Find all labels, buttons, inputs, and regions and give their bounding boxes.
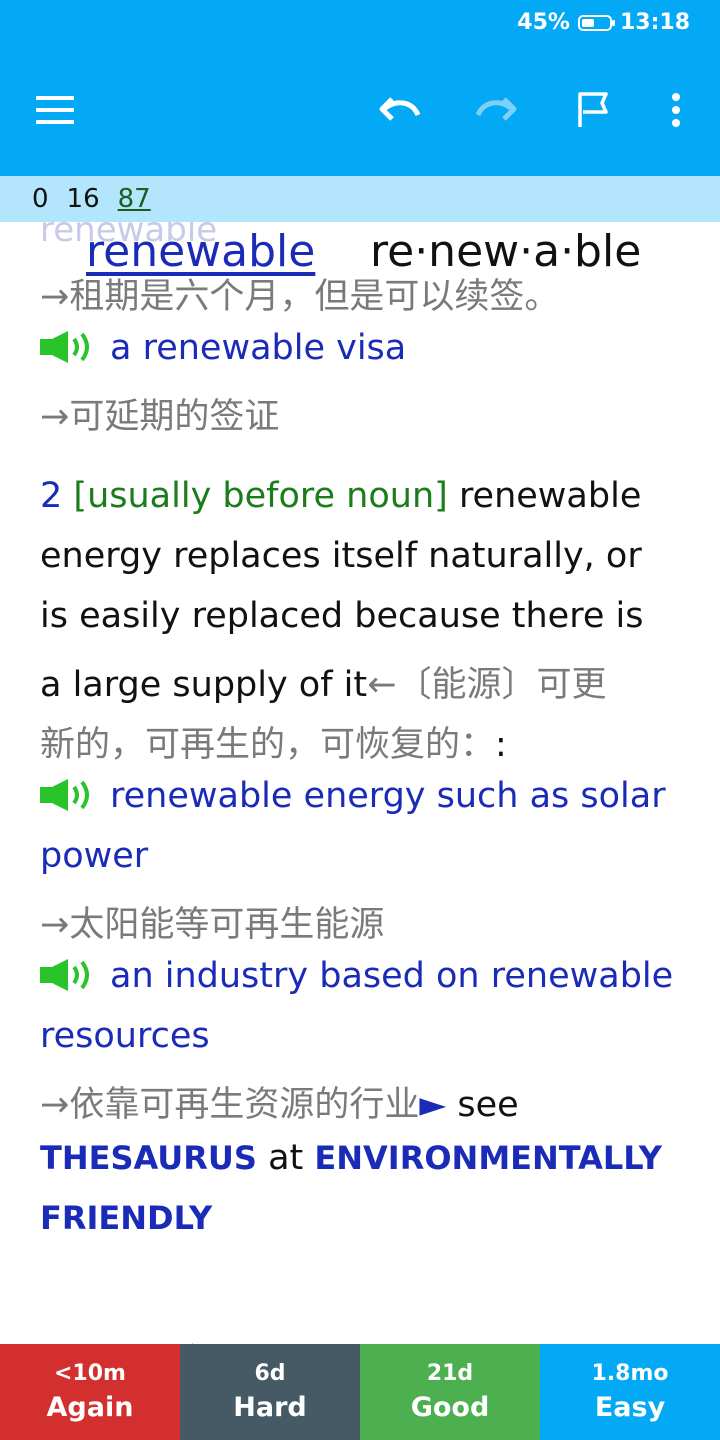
example-line: power xyxy=(40,836,149,876)
translation-line: →可延期的签证 xyxy=(40,397,280,437)
easy-button[interactable]: 1.8mo Easy xyxy=(540,1344,720,1440)
speaker-icon[interactable] xyxy=(40,957,98,1002)
hard-interval: 6d xyxy=(254,1361,286,1386)
cross-reference-line: FRIENDLY xyxy=(40,1198,212,1238)
section-heading: 英词新回贸 xyxy=(20,1322,400,1344)
friendly-link[interactable]: FRIENDLY xyxy=(40,1199,212,1237)
example-text: an industry based on renewable xyxy=(110,956,674,996)
again-button[interactable]: <10m Again xyxy=(0,1344,180,1440)
hard-button[interactable]: 6d Hard xyxy=(180,1344,360,1440)
card-content[interactable]: renewable renewable re·new·a·ble →租期是六个月… xyxy=(0,222,720,1344)
speaker-icon[interactable] xyxy=(40,329,98,374)
example-line: renewable energy such as solar xyxy=(40,776,666,822)
definition-line: a large supply of it←〔能源〕可更 xyxy=(40,656,606,707)
good-button[interactable]: 21d Good xyxy=(360,1344,540,1440)
example-line: resources xyxy=(40,1016,210,1056)
definition-text: renewable xyxy=(458,476,642,516)
translation-text: 新的，可再生的，可恢复的： xyxy=(40,725,496,765)
example-line: a renewable visa xyxy=(40,328,406,374)
example-text: renewable energy such as solar xyxy=(110,776,666,816)
translation-line: →太阳能等可再生能源 xyxy=(40,905,385,945)
card-counts-bar: 0 16 87 xyxy=(0,176,720,222)
see-arrow-icon: ► xyxy=(419,1085,447,1125)
translation-text: →依靠可再生资源的行业 xyxy=(40,1085,420,1125)
example-text: a renewable visa xyxy=(110,328,407,368)
example-line: an industry based on renewable xyxy=(40,956,673,1002)
battery-percent: 45% xyxy=(517,10,570,35)
review-count: 87 xyxy=(117,184,151,214)
definition-text: a large supply of it xyxy=(40,665,368,705)
battery-icon xyxy=(577,14,615,31)
speaker-icon[interactable] xyxy=(40,777,98,822)
hard-label: Hard xyxy=(233,1392,307,1423)
grammar-note: [usually before noun] xyxy=(73,476,448,516)
see-text: see xyxy=(446,1085,519,1125)
good-label: Good xyxy=(410,1392,490,1423)
definition-line: 2 [usually before noun] renewable xyxy=(40,476,641,516)
status-bar: 45% 13:18 xyxy=(517,10,690,35)
app-bar: 45% 13:18 xyxy=(0,0,720,176)
undo-icon[interactable] xyxy=(372,82,428,138)
translation-line: 新的，可再生的，可恢复的：: xyxy=(40,716,507,767)
at-text: at xyxy=(256,1138,315,1178)
easy-label: Easy xyxy=(594,1392,666,1423)
definition-line: energy replaces itself naturally, or xyxy=(40,536,642,576)
translation-line: →依靠可再生资源的行业► see xyxy=(40,1076,519,1127)
good-interval: 21d xyxy=(426,1361,474,1386)
overflow-menu-icon[interactable] xyxy=(648,82,704,138)
clock: 13:18 xyxy=(619,10,690,35)
again-label: Again xyxy=(46,1392,134,1423)
hamburger-menu-icon[interactable] xyxy=(28,82,84,138)
translation-text: ←〔能源〕可更 xyxy=(367,665,607,705)
learning-count: 16 xyxy=(66,184,100,214)
again-interval: <10m xyxy=(54,1361,126,1386)
flag-icon[interactable] xyxy=(566,82,622,138)
thesaurus-link[interactable]: THESAURUS xyxy=(40,1139,257,1177)
colon: : xyxy=(495,725,507,765)
definition-line: is easily replaced because there is xyxy=(40,596,644,636)
translation-line: →租期是六个月，但是可以续签。 xyxy=(40,277,560,317)
redo-icon[interactable] xyxy=(468,82,524,138)
cross-reference-line: THESAURUS at ENVIRONMENTALLY xyxy=(40,1138,662,1178)
sense-number: 2 xyxy=(40,476,63,516)
answer-buttons: <10m Again 6d Hard 21d Good 1.8mo Easy xyxy=(0,1344,720,1440)
easy-interval: 1.8mo xyxy=(591,1361,669,1386)
environmentally-link[interactable]: ENVIRONMENTALLY xyxy=(314,1139,662,1177)
new-count: 0 xyxy=(32,184,49,214)
